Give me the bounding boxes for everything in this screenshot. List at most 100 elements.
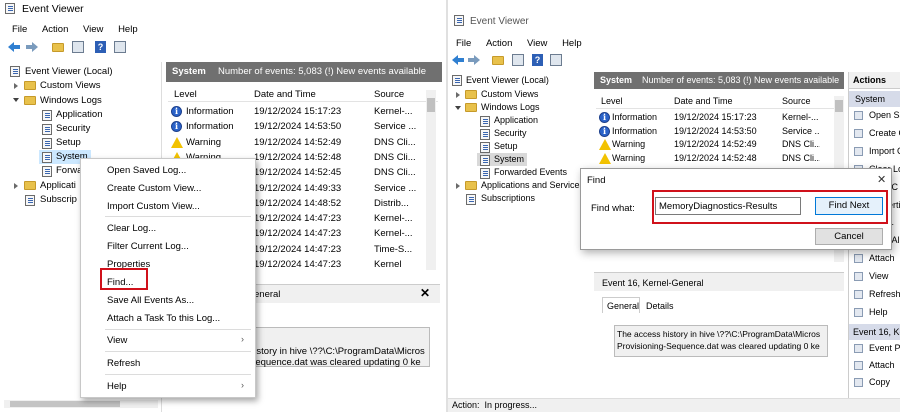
actions-section-event[interactable]: Event 16, Ke — [849, 324, 900, 340]
tree-security[interactable]: Security — [56, 123, 90, 134]
help-icon[interactable]: ? — [95, 41, 106, 53]
tree-forwarded-events[interactable]: Forwarded Events — [494, 167, 567, 177]
log-header-info: Number of events: 5,083 (!) New events a… — [218, 66, 427, 77]
col-source[interactable]: Source — [374, 89, 404, 100]
col-level[interactable]: Level — [601, 96, 623, 106]
find-what-label: Find what: — [591, 203, 635, 214]
menu-help[interactable]: Help — [107, 381, 127, 392]
menu-view[interactable]: View — [527, 38, 547, 49]
tab-details[interactable]: Details — [642, 298, 678, 313]
close-icon[interactable]: ✕ — [420, 286, 430, 300]
expand-arrow-icon[interactable] — [456, 92, 460, 98]
menu-attach-task[interactable]: Attach a Task To this Log... — [107, 313, 220, 324]
up-folder-icon[interactable] — [492, 56, 504, 65]
menu-separator — [105, 351, 251, 352]
tab-general[interactable]: General — [602, 297, 640, 313]
menu-save-all-events[interactable]: Save All Events As... — [107, 295, 194, 306]
menu-filter-current-log[interactable]: Filter Current Log... — [107, 241, 189, 252]
table-row[interactable]: Warning 19/12/2024 14:52:49 DNS Cli... — [168, 135, 426, 150]
tree-applications-services[interactable]: Applications and Services — [481, 180, 584, 190]
folder-icon — [465, 181, 477, 190]
tree-forwarded[interactable]: Forwa — [56, 165, 82, 176]
menu-clear-log[interactable]: Clear Log... — [107, 223, 156, 234]
tree-subscriptions[interactable]: Subscrip — [40, 194, 77, 205]
tree-root-icon — [452, 75, 462, 86]
show-hide-icon[interactable] — [550, 54, 562, 66]
menu-view[interactable]: View — [107, 335, 127, 346]
toolbar: ? — [0, 38, 448, 58]
actions-section-system[interactable]: System — [849, 91, 900, 107]
table-row[interactable]: i Information 19/12/2024 15:17:23 Kernel-..… — [168, 104, 426, 119]
action-icon — [854, 378, 863, 387]
tree-setup[interactable]: Setup — [56, 137, 81, 148]
table-row[interactable]: Warning 19/12/2024 14:52:48 DNS Cli... — [596, 151, 820, 166]
events-vscroll-thumb[interactable] — [835, 100, 843, 112]
tree-custom-views[interactable]: Custom Views — [481, 89, 538, 99]
menu-refresh[interactable]: Refresh — [107, 358, 140, 369]
tree-application[interactable]: Application — [56, 109, 102, 120]
events-vscrollbar[interactable] — [426, 90, 436, 270]
col-date[interactable]: Date and Time — [674, 96, 733, 106]
tree-setup[interactable]: Setup — [494, 141, 518, 151]
help-icon[interactable]: ? — [532, 54, 543, 66]
col-level[interactable]: Level — [174, 89, 197, 100]
folder-icon — [24, 81, 36, 90]
console-tree-icon[interactable] — [72, 41, 84, 53]
menu-action[interactable]: Action — [42, 24, 68, 35]
back-arrow-icon[interactable] — [8, 42, 20, 52]
log-icon — [42, 138, 52, 149]
cell-source: Service ... — [782, 125, 820, 136]
tree-hscrollbar[interactable] — [4, 400, 158, 408]
tree-system[interactable]: System — [494, 154, 524, 164]
tree-subscriptions[interactable]: Subscriptions — [481, 193, 535, 203]
menu-open-saved-log[interactable]: Open Saved Log... — [107, 165, 186, 176]
collapse-arrow-icon[interactable] — [455, 106, 461, 110]
details-title: Event 16, Kernel-General — [602, 278, 704, 288]
action-icon — [854, 272, 863, 282]
expand-arrow-icon[interactable] — [14, 183, 18, 189]
action-label: Open Sa — [869, 110, 900, 120]
menu-bar: File Action View Help — [456, 38, 594, 49]
tree-root[interactable]: Event Viewer (Local) — [466, 75, 549, 85]
expand-arrow-icon[interactable] — [14, 83, 18, 89]
cancel-button[interactable]: Cancel — [815, 228, 883, 245]
menu-import-custom-view[interactable]: Import Custom View... — [107, 201, 200, 212]
up-folder-icon[interactable] — [52, 43, 64, 52]
tree-security[interactable]: Security — [494, 128, 527, 138]
col-date[interactable]: Date and Time — [254, 89, 316, 100]
show-hide-icon[interactable] — [114, 41, 126, 53]
tree-root[interactable]: Event Viewer (Local) — [25, 66, 112, 77]
menu-action[interactable]: Action — [486, 38, 512, 49]
menu-file[interactable]: File — [456, 38, 471, 49]
col-source[interactable]: Source — [782, 96, 811, 106]
log-header-title: System — [172, 66, 206, 77]
menu-help[interactable]: Help — [562, 38, 582, 49]
tree-application[interactable]: Application — [494, 115, 538, 125]
menu-help[interactable]: Help — [118, 24, 138, 35]
expand-arrow-icon[interactable] — [456, 183, 460, 189]
forward-arrow-icon[interactable] — [468, 55, 480, 65]
information-icon: i — [599, 125, 610, 137]
status-text: Action: In progress... — [452, 400, 538, 410]
menu-view[interactable]: View — [83, 24, 103, 35]
menu-file[interactable]: File — [12, 24, 27, 35]
collapse-arrow-icon[interactable] — [13, 98, 19, 102]
table-row[interactable]: i Information 19/12/2024 14:53:50 Service .… — [168, 119, 426, 134]
tree-windows-logs[interactable]: Windows Logs — [481, 102, 540, 112]
cell-source: DNS Cli... — [374, 151, 416, 163]
events-vscroll-thumb[interactable] — [427, 98, 435, 112]
tree-windows-logs[interactable]: Windows Logs — [40, 95, 102, 106]
submenu-arrow-icon: › — [241, 334, 244, 344]
tree-custom-views[interactable]: Custom Views — [40, 80, 101, 91]
console-tree-icon[interactable] — [512, 54, 524, 66]
back-arrow-icon[interactable] — [452, 55, 464, 65]
tree-hscroll-thumb[interactable] — [10, 401, 120, 407]
tree-applications-services[interactable]: Applicati — [40, 180, 76, 191]
action-icon — [854, 361, 863, 370]
forward-arrow-icon[interactable] — [26, 42, 38, 52]
menu-create-custom-view[interactable]: Create Custom View... — [107, 183, 201, 194]
information-icon: i — [171, 121, 182, 133]
cell-source: DNS Cli... — [374, 136, 416, 148]
close-icon[interactable]: ✕ — [877, 173, 886, 186]
details-text-line2: Sequence.dat was cleared updating 0 ke — [249, 357, 421, 368]
